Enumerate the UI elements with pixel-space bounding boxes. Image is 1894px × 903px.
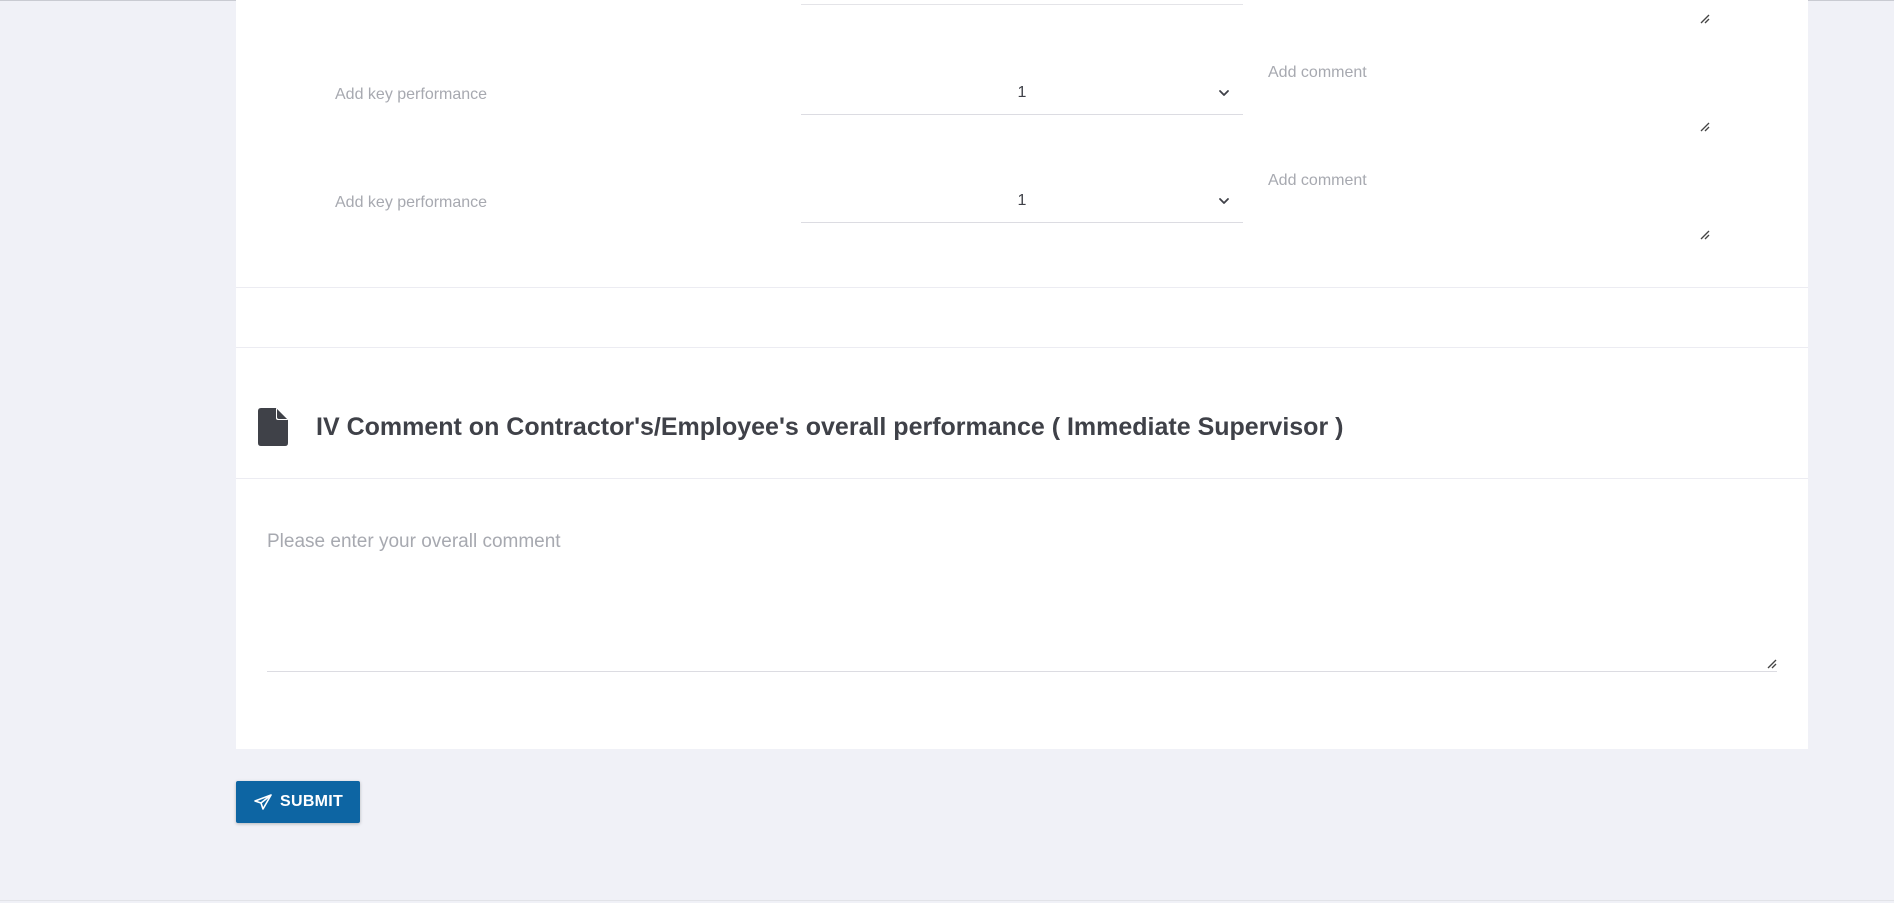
- paper-plane-icon: [254, 794, 272, 810]
- overall-comment-header: IV Comment on Contractor's/Employee's ov…: [236, 348, 1808, 479]
- file-icon: [258, 408, 288, 446]
- key-performance-card: Add key performance 1 Add comment Add ke…: [236, 0, 1808, 288]
- comment-placeholder: Add comment: [1268, 172, 1367, 189]
- resize-grip-icon[interactable]: [1767, 659, 1777, 669]
- section-spacer: [236, 288, 1808, 348]
- comment-placeholder: Add comment: [1268, 64, 1367, 81]
- bottom-divider: [0, 900, 1894, 901]
- rating-select[interactable]: 1: [801, 74, 1243, 115]
- kpi-row: Add key performance 1 Add comment: [236, 60, 1808, 168]
- chevron-down-icon: [1219, 198, 1229, 204]
- overall-comment-placeholder: Please enter your overall comment: [267, 531, 561, 552]
- previous-rating-select-underline: [801, 4, 1243, 5]
- rating-select-value: 1: [1017, 84, 1027, 101]
- comment-textarea[interactable]: Add comment: [1268, 64, 1710, 132]
- rating-select-value: 1: [1017, 192, 1027, 209]
- section-title: IV Comment on Contractor's/Employee's ov…: [316, 413, 1344, 441]
- overall-comment-card: Please enter your overall comment: [236, 479, 1808, 749]
- resize-grip-icon[interactable]: [1700, 14, 1710, 24]
- comment-textarea[interactable]: Add comment: [1268, 172, 1710, 240]
- submit-button[interactable]: SUBMIT: [236, 781, 360, 823]
- resize-grip-icon[interactable]: [1700, 122, 1710, 132]
- key-performance-input[interactable]: Add key performance: [335, 86, 487, 104]
- submit-label: SUBMIT: [280, 793, 344, 810]
- chevron-down-icon: [1219, 90, 1229, 96]
- key-performance-input[interactable]: Add key performance: [335, 194, 487, 212]
- resize-grip-icon[interactable]: [1700, 230, 1710, 240]
- rating-select[interactable]: 1: [801, 182, 1243, 223]
- kpi-row: Add key performance 1 Add comment: [236, 168, 1808, 276]
- overall-comment-textarea[interactable]: Please enter your overall comment: [267, 531, 1777, 672]
